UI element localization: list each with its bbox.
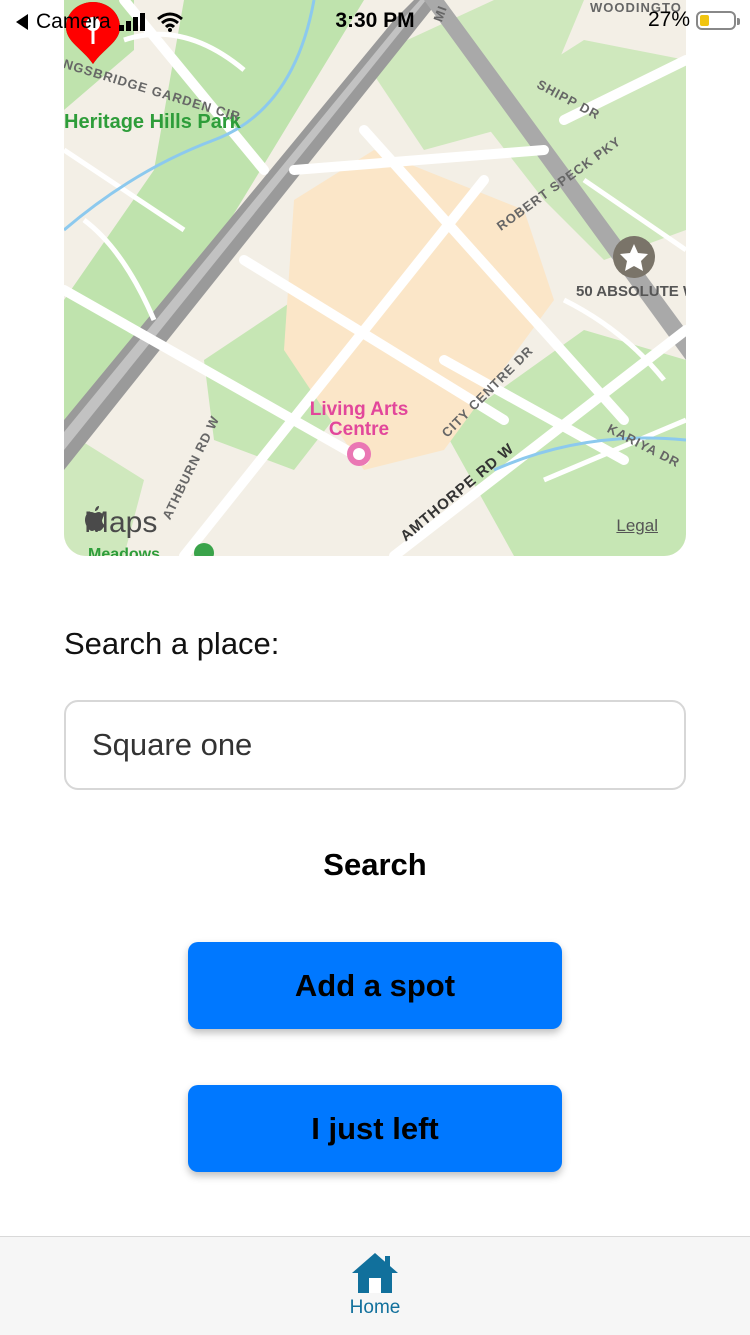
- search-label: Search a place:: [64, 626, 280, 661]
- apple-logo-icon: [85, 506, 105, 531]
- just-left-button[interactable]: I just left: [188, 1085, 562, 1172]
- legal-link[interactable]: Legal: [616, 516, 658, 536]
- tab-bar: Home: [0, 1236, 750, 1335]
- world-label: 50 ABSOLUTE WORLD: [576, 283, 686, 300]
- battery-fill: [700, 14, 709, 26]
- maps-logo: Maps: [84, 506, 157, 540]
- tab-home[interactable]: Home: [325, 1251, 425, 1331]
- search-input[interactable]: [64, 700, 686, 790]
- home-icon: [352, 1253, 398, 1293]
- search-button[interactable]: Search: [0, 846, 750, 884]
- battery-percent: 27%: [647, 8, 690, 31]
- status-time: 3:30 PM: [335, 9, 415, 32]
- add-spot-button[interactable]: Add a spot: [188, 942, 562, 1029]
- meadows-label: Meadows: [88, 546, 161, 556]
- status-bar: Camera 3:30 PM 27%: [0, 0, 750, 40]
- map-view[interactable]: Heritage Hills Park NGSBRIDGE GARDEN CIR…: [64, 0, 686, 556]
- living-arts-label: Living Arts Centre: [309, 399, 409, 440]
- battery-icon: [696, 10, 740, 30]
- tab-home-label: Home: [349, 1297, 401, 1318]
